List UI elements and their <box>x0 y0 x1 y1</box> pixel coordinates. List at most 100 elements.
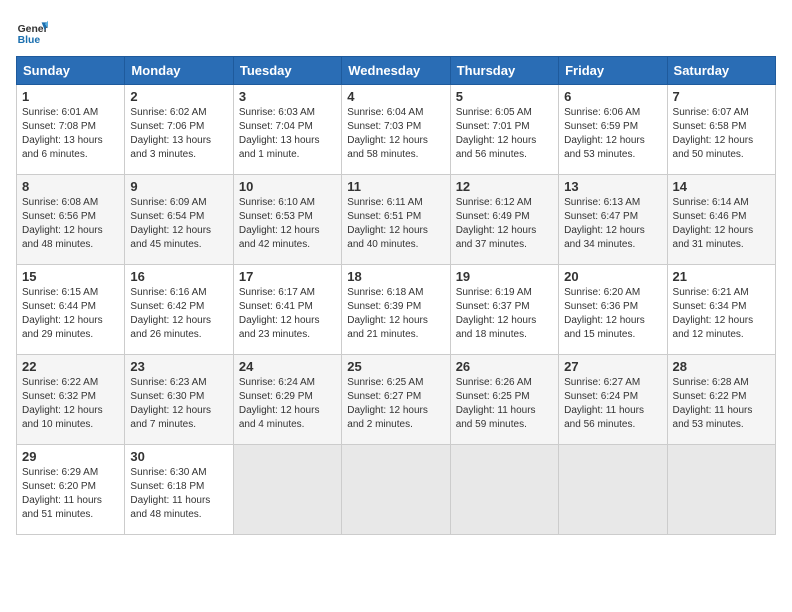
calendar-cell <box>342 445 450 535</box>
day-number: 7 <box>673 89 770 104</box>
calendar-header-row: SundayMondayTuesdayWednesdayThursdayFrid… <box>17 57 776 85</box>
day-info: Sunrise: 6:04 AM Sunset: 7:03 PM Dayligh… <box>347 107 428 160</box>
calendar-cell <box>233 445 341 535</box>
day-number: 26 <box>456 359 553 374</box>
day-info: Sunrise: 6:05 AM Sunset: 7:01 PM Dayligh… <box>456 107 537 160</box>
day-number: 30 <box>130 449 227 464</box>
day-number: 1 <box>22 89 119 104</box>
day-number: 9 <box>130 179 227 194</box>
day-number: 13 <box>564 179 661 194</box>
weekday-header-sunday: Sunday <box>17 57 125 85</box>
day-number: 21 <box>673 269 770 284</box>
calendar-cell: 14 Sunrise: 6:14 AM Sunset: 6:46 PM Dayl… <box>667 175 775 265</box>
day-info: Sunrise: 6:29 AM Sunset: 6:20 PM Dayligh… <box>22 467 102 520</box>
weekday-header-monday: Monday <box>125 57 233 85</box>
calendar-cell: 7 Sunrise: 6:07 AM Sunset: 6:58 PM Dayli… <box>667 85 775 175</box>
calendar-cell: 22 Sunrise: 6:22 AM Sunset: 6:32 PM Dayl… <box>17 355 125 445</box>
calendar-cell: 1 Sunrise: 6:01 AM Sunset: 7:08 PM Dayli… <box>17 85 125 175</box>
calendar-body: 1 Sunrise: 6:01 AM Sunset: 7:08 PM Dayli… <box>17 85 776 535</box>
day-info: Sunrise: 6:02 AM Sunset: 7:06 PM Dayligh… <box>130 107 211 160</box>
calendar-table: SundayMondayTuesdayWednesdayThursdayFrid… <box>16 56 776 535</box>
day-info: Sunrise: 6:01 AM Sunset: 7:08 PM Dayligh… <box>22 107 103 160</box>
day-number: 15 <box>22 269 119 284</box>
day-number: 23 <box>130 359 227 374</box>
day-info: Sunrise: 6:15 AM Sunset: 6:44 PM Dayligh… <box>22 287 103 340</box>
day-number: 12 <box>456 179 553 194</box>
day-number: 29 <box>22 449 119 464</box>
day-info: Sunrise: 6:08 AM Sunset: 6:56 PM Dayligh… <box>22 197 103 250</box>
logo-icon: General Blue <box>16 16 48 48</box>
day-number: 27 <box>564 359 661 374</box>
day-number: 25 <box>347 359 444 374</box>
weekday-header-friday: Friday <box>559 57 667 85</box>
day-info: Sunrise: 6:24 AM Sunset: 6:29 PM Dayligh… <box>239 377 320 430</box>
day-number: 10 <box>239 179 336 194</box>
day-info: Sunrise: 6:11 AM Sunset: 6:51 PM Dayligh… <box>347 197 428 250</box>
weekday-header-tuesday: Tuesday <box>233 57 341 85</box>
day-number: 18 <box>347 269 444 284</box>
calendar-cell <box>667 445 775 535</box>
day-number: 16 <box>130 269 227 284</box>
day-info: Sunrise: 6:14 AM Sunset: 6:46 PM Dayligh… <box>673 197 754 250</box>
calendar-week-2: 8 Sunrise: 6:08 AM Sunset: 6:56 PM Dayli… <box>17 175 776 265</box>
day-info: Sunrise: 6:30 AM Sunset: 6:18 PM Dayligh… <box>130 467 210 520</box>
calendar-cell: 13 Sunrise: 6:13 AM Sunset: 6:47 PM Dayl… <box>559 175 667 265</box>
day-number: 5 <box>456 89 553 104</box>
calendar-cell: 23 Sunrise: 6:23 AM Sunset: 6:30 PM Dayl… <box>125 355 233 445</box>
day-info: Sunrise: 6:09 AM Sunset: 6:54 PM Dayligh… <box>130 197 211 250</box>
weekday-header-thursday: Thursday <box>450 57 558 85</box>
day-number: 19 <box>456 269 553 284</box>
calendar-cell: 11 Sunrise: 6:11 AM Sunset: 6:51 PM Dayl… <box>342 175 450 265</box>
calendar-cell: 17 Sunrise: 6:17 AM Sunset: 6:41 PM Dayl… <box>233 265 341 355</box>
page-header: General Blue <box>16 16 776 48</box>
calendar-cell: 27 Sunrise: 6:27 AM Sunset: 6:24 PM Dayl… <box>559 355 667 445</box>
day-number: 6 <box>564 89 661 104</box>
day-info: Sunrise: 6:21 AM Sunset: 6:34 PM Dayligh… <box>673 287 754 340</box>
day-number: 24 <box>239 359 336 374</box>
day-info: Sunrise: 6:23 AM Sunset: 6:30 PM Dayligh… <box>130 377 211 430</box>
day-info: Sunrise: 6:16 AM Sunset: 6:42 PM Dayligh… <box>130 287 211 340</box>
day-number: 14 <box>673 179 770 194</box>
day-info: Sunrise: 6:03 AM Sunset: 7:04 PM Dayligh… <box>239 107 320 160</box>
calendar-cell <box>559 445 667 535</box>
day-info: Sunrise: 6:20 AM Sunset: 6:36 PM Dayligh… <box>564 287 645 340</box>
calendar-cell: 5 Sunrise: 6:05 AM Sunset: 7:01 PM Dayli… <box>450 85 558 175</box>
calendar-cell: 8 Sunrise: 6:08 AM Sunset: 6:56 PM Dayli… <box>17 175 125 265</box>
calendar-cell: 4 Sunrise: 6:04 AM Sunset: 7:03 PM Dayli… <box>342 85 450 175</box>
day-info: Sunrise: 6:13 AM Sunset: 6:47 PM Dayligh… <box>564 197 645 250</box>
day-number: 20 <box>564 269 661 284</box>
calendar-cell: 30 Sunrise: 6:30 AM Sunset: 6:18 PM Dayl… <box>125 445 233 535</box>
day-info: Sunrise: 6:18 AM Sunset: 6:39 PM Dayligh… <box>347 287 428 340</box>
weekday-header-wednesday: Wednesday <box>342 57 450 85</box>
calendar-cell: 20 Sunrise: 6:20 AM Sunset: 6:36 PM Dayl… <box>559 265 667 355</box>
calendar-cell: 24 Sunrise: 6:24 AM Sunset: 6:29 PM Dayl… <box>233 355 341 445</box>
day-number: 2 <box>130 89 227 104</box>
calendar-cell: 16 Sunrise: 6:16 AM Sunset: 6:42 PM Dayl… <box>125 265 233 355</box>
logo: General Blue <box>16 16 48 48</box>
day-info: Sunrise: 6:10 AM Sunset: 6:53 PM Dayligh… <box>239 197 320 250</box>
calendar-cell: 10 Sunrise: 6:10 AM Sunset: 6:53 PM Dayl… <box>233 175 341 265</box>
calendar-cell: 18 Sunrise: 6:18 AM Sunset: 6:39 PM Dayl… <box>342 265 450 355</box>
calendar-cell: 19 Sunrise: 6:19 AM Sunset: 6:37 PM Dayl… <box>450 265 558 355</box>
calendar-week-1: 1 Sunrise: 6:01 AM Sunset: 7:08 PM Dayli… <box>17 85 776 175</box>
day-number: 28 <box>673 359 770 374</box>
day-number: 11 <box>347 179 444 194</box>
day-number: 4 <box>347 89 444 104</box>
calendar-cell: 3 Sunrise: 6:03 AM Sunset: 7:04 PM Dayli… <box>233 85 341 175</box>
svg-text:Blue: Blue <box>18 35 41 46</box>
day-info: Sunrise: 6:17 AM Sunset: 6:41 PM Dayligh… <box>239 287 320 340</box>
calendar-week-3: 15 Sunrise: 6:15 AM Sunset: 6:44 PM Dayl… <box>17 265 776 355</box>
calendar-cell: 21 Sunrise: 6:21 AM Sunset: 6:34 PM Dayl… <box>667 265 775 355</box>
calendar-week-5: 29 Sunrise: 6:29 AM Sunset: 6:20 PM Dayl… <box>17 445 776 535</box>
day-info: Sunrise: 6:22 AM Sunset: 6:32 PM Dayligh… <box>22 377 103 430</box>
weekday-header-saturday: Saturday <box>667 57 775 85</box>
day-number: 17 <box>239 269 336 284</box>
calendar-cell: 2 Sunrise: 6:02 AM Sunset: 7:06 PM Dayli… <box>125 85 233 175</box>
day-info: Sunrise: 6:07 AM Sunset: 6:58 PM Dayligh… <box>673 107 754 160</box>
day-info: Sunrise: 6:06 AM Sunset: 6:59 PM Dayligh… <box>564 107 645 160</box>
calendar-week-4: 22 Sunrise: 6:22 AM Sunset: 6:32 PM Dayl… <box>17 355 776 445</box>
calendar-cell: 15 Sunrise: 6:15 AM Sunset: 6:44 PM Dayl… <box>17 265 125 355</box>
calendar-cell: 25 Sunrise: 6:25 AM Sunset: 6:27 PM Dayl… <box>342 355 450 445</box>
day-info: Sunrise: 6:28 AM Sunset: 6:22 PM Dayligh… <box>673 377 753 430</box>
calendar-cell: 28 Sunrise: 6:28 AM Sunset: 6:22 PM Dayl… <box>667 355 775 445</box>
